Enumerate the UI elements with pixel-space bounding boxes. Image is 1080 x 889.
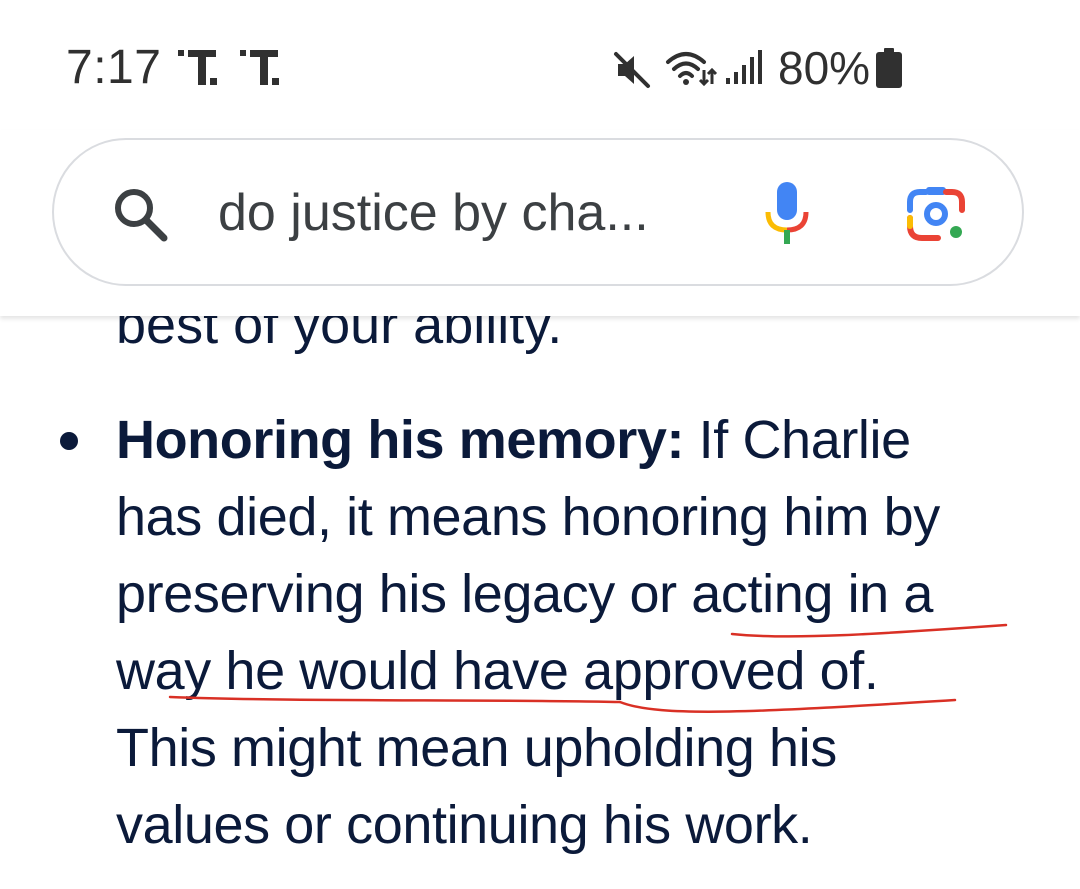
microphone-icon[interactable] — [760, 180, 814, 248]
search-icon[interactable] — [110, 184, 170, 244]
notification-icon — [240, 50, 279, 85]
paragraph-line: values or continuing his work. — [116, 795, 813, 855]
paragraph-line: has died, it means honoring him by — [116, 487, 940, 547]
paragraph-text: If Charlie — [684, 410, 911, 470]
bullet-point — [60, 432, 78, 450]
answer-content: best of your ability. Honoring his memor… — [0, 250, 1080, 889]
mute-icon — [614, 52, 650, 88]
notification-icon — [178, 50, 217, 85]
search-bar[interactable]: do justice by cha... — [52, 138, 1024, 286]
wifi-icon — [666, 52, 718, 87]
bullet-paragraph: Honoring his memory: If Charlie has died… — [116, 402, 1016, 864]
bullet-term: Honoring his memory: — [116, 410, 685, 470]
paragraph-line: This might mean upholding his — [116, 718, 837, 778]
paragraph-line: Honoring his memory: If Charlie — [116, 402, 1016, 479]
status-time: 7:17 — [66, 41, 162, 94]
search-query-text[interactable]: do justice by cha... — [218, 180, 649, 246]
paragraph-line: preserving his legacy or acting in a — [116, 564, 934, 624]
search-header: do justice by cha... — [0, 130, 1080, 316]
battery-icon — [876, 48, 902, 88]
signal-icon — [726, 50, 762, 84]
battery-percent: 80% — [778, 42, 871, 94]
lens-icon[interactable] — [904, 182, 968, 246]
paragraph-line: way he would have approved of. — [116, 641, 879, 701]
status-bar: 7:17 80% — [0, 0, 1080, 130]
